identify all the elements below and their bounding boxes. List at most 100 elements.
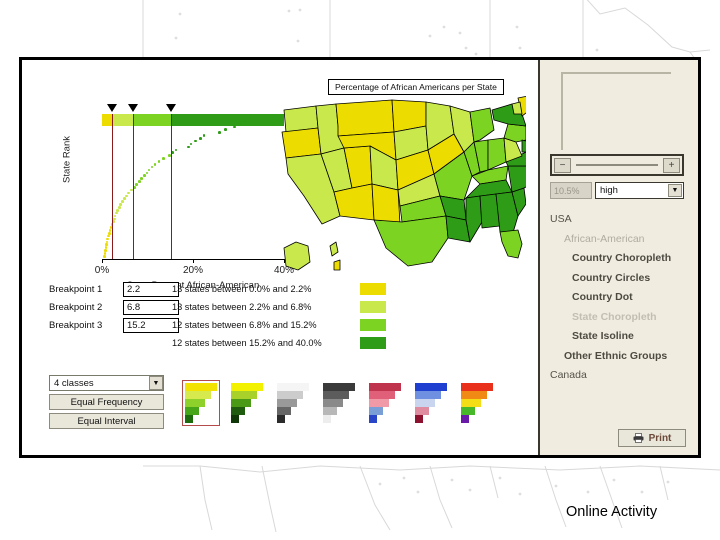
scatter-point — [269, 114, 273, 117]
zoom-in-button[interactable]: + — [663, 157, 680, 173]
ramp-strip — [461, 391, 487, 399]
zoom-out-button[interactable]: − — [554, 157, 571, 173]
main-panel: State Percent African-American State Ran… — [22, 60, 540, 455]
scatter-point — [243, 119, 247, 123]
ramp-strip — [415, 383, 447, 391]
breakpoint-line-3[interactable] — [171, 114, 173, 259]
x-tick-label: 20% — [182, 265, 204, 276]
color-ramp-option-green-dark[interactable] — [228, 380, 266, 426]
breakpoint-1-input[interactable] — [123, 282, 179, 297]
nav-item-canada[interactable]: Canada — [550, 366, 698, 386]
scatter-point — [202, 134, 206, 137]
scatter-point — [145, 171, 149, 175]
scatter-point — [113, 214, 117, 218]
nav-item-country-circles[interactable]: Country Circles — [550, 269, 698, 289]
scatter-point — [218, 131, 222, 134]
legend-swatch — [360, 337, 386, 349]
breakpoint-line-1[interactable] — [112, 114, 113, 259]
ramp-strip — [185, 415, 193, 423]
state-nh-vt — [511, 101, 523, 115]
state-md-de — [521, 139, 531, 153]
ramp-strip — [231, 415, 239, 423]
scatter-plot-area[interactable] — [102, 114, 284, 259]
state-hi-2 — [333, 259, 341, 271]
scatter-point — [162, 157, 165, 160]
ramp-strip — [231, 383, 263, 391]
ramp-strip — [277, 391, 303, 399]
ramp-strip — [323, 383, 355, 391]
color-ramp-option-rainbow[interactable] — [458, 380, 496, 426]
map-preview-box[interactable] — [561, 72, 671, 150]
ramp-strip — [415, 407, 429, 415]
nav-item-other-ethnic-groups[interactable]: Other Ethnic Groups — [550, 347, 698, 367]
ramp-strip — [277, 407, 291, 415]
breakpoint-chart[interactable]: State Percent African-American State Ran… — [50, 82, 294, 291]
x-tick — [193, 259, 194, 263]
nav-item-usa[interactable]: USA — [550, 210, 698, 230]
ramp-strip — [461, 407, 475, 415]
state-or — [281, 127, 322, 159]
scatter-point — [223, 128, 227, 131]
ramp-strip — [369, 399, 389, 407]
legend-label: 13 states between 0.0% and 2.2% — [172, 284, 312, 294]
scatter-point — [103, 255, 106, 258]
color-ramp-option-blue-red[interactable] — [412, 380, 450, 426]
choropleth-map[interactable] — [274, 95, 533, 286]
ramp-strip — [461, 383, 493, 391]
state-nm — [371, 183, 401, 225]
nav-item-country-choropleth[interactable]: Country Choropleth — [550, 249, 698, 269]
scatter-point — [238, 122, 241, 126]
ramp-strip — [231, 407, 245, 415]
scatter-point — [115, 211, 118, 215]
breakpoint-marker-1[interactable] — [107, 104, 117, 112]
nav-item-country-dot[interactable]: Country Dot — [550, 288, 698, 308]
nav-item-state-isoline[interactable]: State Isoline — [550, 327, 698, 347]
scatter-point — [150, 165, 154, 169]
breakpoint-1-label: Breakpoint 1 — [49, 284, 103, 295]
legend-swatch — [360, 283, 386, 295]
state-wa — [283, 105, 319, 133]
print-label: Print — [648, 432, 672, 444]
ramp-strip — [415, 399, 435, 407]
classes-count-select[interactable]: 4 classes ▼ — [49, 375, 164, 391]
scatter-point — [143, 174, 146, 178]
legend-row: 13 states between 2.2% and 6.8% — [172, 298, 402, 316]
legend-swatch — [360, 319, 386, 331]
scatter-point — [106, 237, 109, 241]
scatter-point — [187, 145, 190, 149]
x-tick-label: 0% — [94, 265, 110, 276]
scatter-point — [193, 139, 197, 143]
ramp-strip — [323, 399, 343, 407]
breakpoint-line-2[interactable] — [132, 114, 134, 259]
breakpoint-3-input[interactable] — [123, 318, 179, 333]
equal-frequency-button[interactable]: Equal Frequency — [49, 394, 164, 410]
quality-select[interactable]: high ▼ — [595, 182, 684, 199]
state-mt — [335, 99, 395, 137]
scatter-point — [174, 148, 178, 152]
print-button[interactable]: Print — [618, 429, 686, 447]
zoom-slider-track[interactable] — [576, 164, 658, 166]
color-ramp-option-red-blue[interactable] — [366, 380, 404, 426]
color-ramp-option-yellow-green[interactable] — [182, 380, 220, 426]
scatter-point — [140, 177, 143, 180]
color-ramp-picker[interactable] — [182, 380, 496, 426]
legend-label: 13 states between 2.2% and 6.8% — [172, 302, 312, 312]
legend-row: 12 states between 6.8% and 15.2% — [172, 316, 402, 334]
scatter-point — [189, 142, 193, 146]
color-ramp-option-gray-light[interactable] — [274, 380, 312, 426]
ramp-strip — [277, 415, 285, 423]
us-map-svg[interactable] — [274, 95, 533, 286]
printer-icon — [633, 433, 644, 443]
equal-interval-button[interactable]: Equal Interval — [49, 413, 164, 429]
state-fl — [499, 229, 523, 259]
state-mi — [469, 107, 495, 143]
chevron-down-icon[interactable]: ▼ — [668, 184, 682, 197]
color-ramp-option-gray-dark[interactable] — [320, 380, 358, 426]
breakpoint-marker-2[interactable] — [127, 104, 138, 112]
state-ak — [283, 241, 311, 271]
chevron-down-icon[interactable]: ▼ — [149, 376, 163, 390]
zoom-slider[interactable]: − + — [550, 154, 684, 176]
nav-item-african-american: African-American — [564, 232, 645, 245]
breakpoint-marker-3[interactable] — [166, 104, 177, 112]
breakpoint-2-input[interactable] — [123, 300, 179, 315]
